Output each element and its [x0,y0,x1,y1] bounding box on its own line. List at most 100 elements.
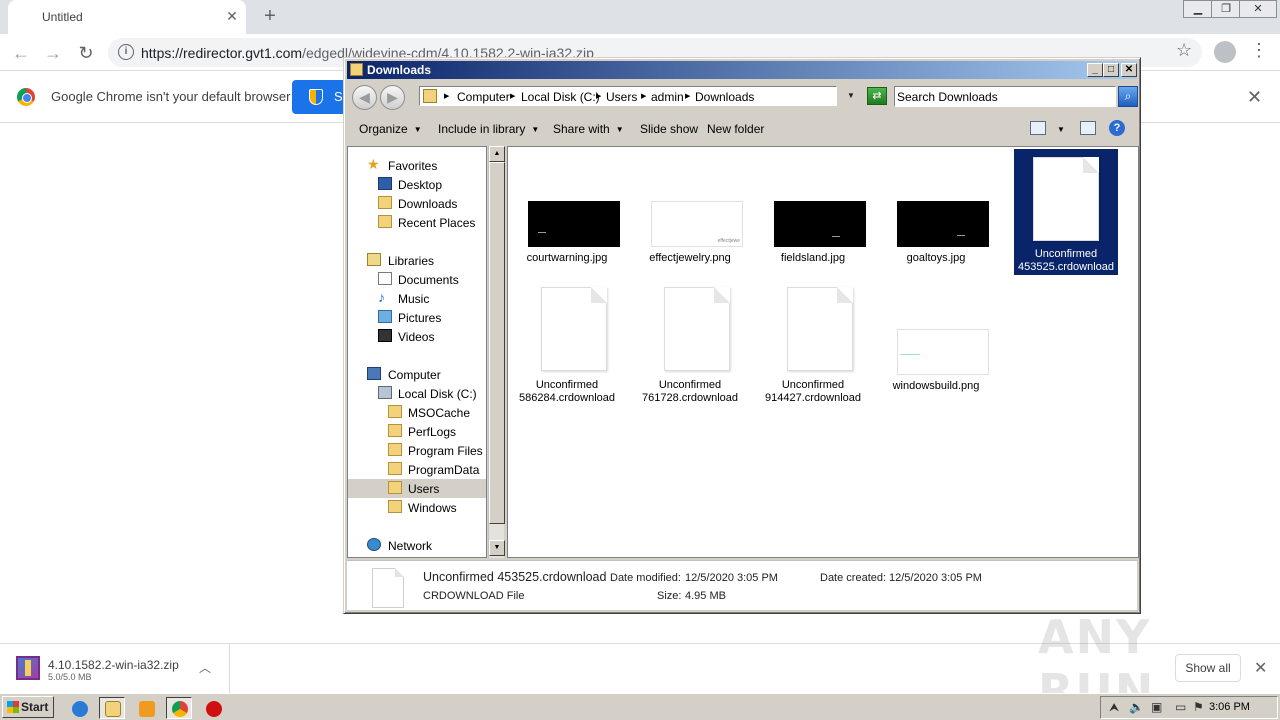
site-info-icon[interactable]: i [118,44,134,60]
back-button-icon[interactable]: ◀ [352,85,377,110]
nav-program-files[interactable]: Program Files [348,441,486,460]
image-thumbnail [774,201,866,247]
desktop-icon [378,177,392,190]
reload-icon[interactable]: ↻ [74,41,98,65]
file-item-unconfirmed-761728[interactable]: Unconfirmed 761728.crdownload [638,283,742,407]
infobar-close-icon[interactable]: ✕ [1247,87,1262,108]
nav-libraries[interactable]: Libraries [348,251,486,270]
chevron-up-icon[interactable]: ︿ [199,659,211,676]
breadcrumb-computer[interactable]: Computer [457,90,510,104]
minimize-button[interactable]: _ [1087,63,1103,77]
new-tab-plus-icon[interactable]: + [258,4,282,28]
tab-close-icon[interactable]: ✕ [223,7,241,25]
nav-windows[interactable]: Windows [348,498,486,517]
nav-programdata[interactable]: ProgramData [348,460,486,479]
nav-perflogs[interactable]: PerfLogs [348,422,486,441]
address-dropdown-icon[interactable]: ▼ [847,91,855,100]
breadcrumb-separator-icon[interactable]: ▶ [685,92,690,100]
nav-scrollbar[interactable]: ▲ ▼ [488,146,505,558]
taskbar-clock[interactable]: 3:06 PM [1209,701,1250,713]
nav-msocache[interactable]: MSOCache [348,403,486,422]
chrome-menu-icon[interactable]: ⋮ [1250,40,1268,61]
nav-label: Documents [398,273,459,287]
download-item[interactable]: 4.10.1582.2-win-ia32.zip 5.0/5.0 MB ︿ [0,644,230,694]
dropdown-arrow-icon: ▼ [531,125,540,134]
file-item-goaltoys[interactable]: goaltoys.jpg [884,153,989,277]
system-tray: ⮝ 🔈 ▣ ▭ ⚑ 3:06 PM [1100,696,1278,719]
scrollbar-thumb[interactable] [489,162,505,524]
explorer-titlebar[interactable]: Downloads _ □ ✕ [347,61,1137,79]
breadcrumb-separator-icon[interactable]: ▶ [510,92,515,100]
scroll-up-arrow-icon[interactable]: ▲ [489,146,505,162]
search-box[interactable] [894,86,1116,107]
nav-documents[interactable]: Documents [348,270,486,289]
chrome-close-button[interactable]: ✕ [1239,0,1277,18]
forward-arrow-icon[interactable]: → [41,41,65,65]
taskbar-media-player[interactable] [133,697,159,719]
nav-recent-places[interactable]: Recent Places [348,213,486,232]
nav-videos[interactable]: Videos [348,327,486,346]
refresh-icon[interactable]: ⇄ [867,87,887,105]
back-arrow-icon[interactable]: ← [9,41,33,65]
search-input[interactable] [897,88,1111,105]
file-item-effectjewelry[interactable]: effectjewe effectjewelry.png [638,153,743,277]
search-icon[interactable]: ⌕ [1118,86,1138,107]
view-options-dropdown-icon[interactable]: ▼ [1057,125,1065,134]
file-item-fieldsland[interactable]: fieldsland.jpg [761,153,866,277]
nav-favorites[interactable]: ★ Favorites [348,156,486,175]
forward-button-icon[interactable]: ▶ [380,85,405,110]
nav-network[interactable]: Network [348,536,486,555]
file-name-line1: Unconfirmed [781,379,845,391]
breadcrumb-admin[interactable]: admin [651,90,684,104]
taskbar-stop-app[interactable] [200,697,226,719]
bookmark-star-icon[interactable]: ☆ [1176,40,1192,61]
nav-pictures[interactable]: Pictures [348,308,486,327]
breadcrumb-separator-icon[interactable]: ▶ [641,92,646,100]
taskbar-chrome[interactable] [166,697,192,719]
slide-show-button[interactable]: Slide show [640,122,698,136]
breadcrumb-separator-icon[interactable]: ▶ [596,92,601,100]
breadcrumb-users[interactable]: Users [606,90,637,104]
file-item-unconfirmed-914427[interactable]: Unconfirmed 914427.crdownload [761,283,865,407]
volume-icon[interactable]: 🔈 [1129,700,1144,714]
breadcrumb-separator-icon[interactable]: ▶ [444,92,449,100]
profile-avatar-icon[interactable] [1214,41,1236,63]
taskbar-explorer[interactable] [99,697,125,719]
start-button[interactable]: Start [2,696,54,718]
include-in-library-menu[interactable]: Include in library ▼ [438,122,539,136]
nav-computer[interactable]: Computer [348,365,486,384]
action-center-flag-icon[interactable]: ⚑ [1193,700,1204,714]
nav-downloads[interactable]: Downloads [348,194,486,213]
nav-label: Downloads [398,197,458,211]
chrome-restore-button[interactable]: ❐ [1211,0,1241,18]
network-status-icon[interactable]: ▣ [1151,700,1162,714]
file-item-unconfirmed-586284[interactable]: Unconfirmed 586284.crdownload [515,283,619,407]
nav-label: Windows [408,501,457,515]
tray-expand-icon[interactable]: ⮝ [1109,700,1119,715]
power-icon[interactable]: ▭ [1175,700,1186,714]
preview-pane-icon[interactable] [1080,121,1096,135]
nav-label: Music [398,292,430,306]
nav-local-disk[interactable]: Local Disk (C:) [348,384,486,403]
change-view-icon[interactable] [1030,121,1046,135]
breadcrumb-local-disk[interactable]: Local Disk (C:) [521,90,600,104]
close-button[interactable]: ✕ [1121,63,1137,77]
organize-menu[interactable]: Organize ▼ [359,122,422,136]
taskbar-internet-explorer[interactable] [66,697,92,719]
file-item-unconfirmed-453525[interactable]: Unconfirmed 453525.crdownload [1014,149,1118,275]
nav-desktop[interactable]: Desktop [348,175,486,194]
chrome-tab-strip: Untitled ✕ + ▁ ❐ ✕ [0,0,1280,34]
chrome-minimize-button[interactable]: ▁ [1183,0,1213,18]
maximize-button[interactable]: □ [1103,63,1119,77]
breadcrumb-downloads[interactable]: Downloads [695,90,754,104]
new-folder-button[interactable]: New folder [707,122,764,136]
help-icon[interactable]: ? [1109,120,1125,136]
scroll-down-arrow-icon[interactable]: ▼ [489,540,505,556]
browser-tab[interactable]: Untitled ✕ [8,0,246,34]
share-with-menu[interactable]: Share with ▼ [553,122,624,136]
file-item-courtwarning[interactable]: courtwarning.jpg [515,153,620,277]
nav-users[interactable]: Users [348,479,486,498]
breadcrumb[interactable]: ▶ Computer ▶ Local Disk (C:) ▶ Users ▶ a… [419,86,837,106]
file-item-windowsbuild[interactable]: windowsbuild.png [884,283,989,407]
nav-music[interactable]: ♪ Music [348,289,486,308]
